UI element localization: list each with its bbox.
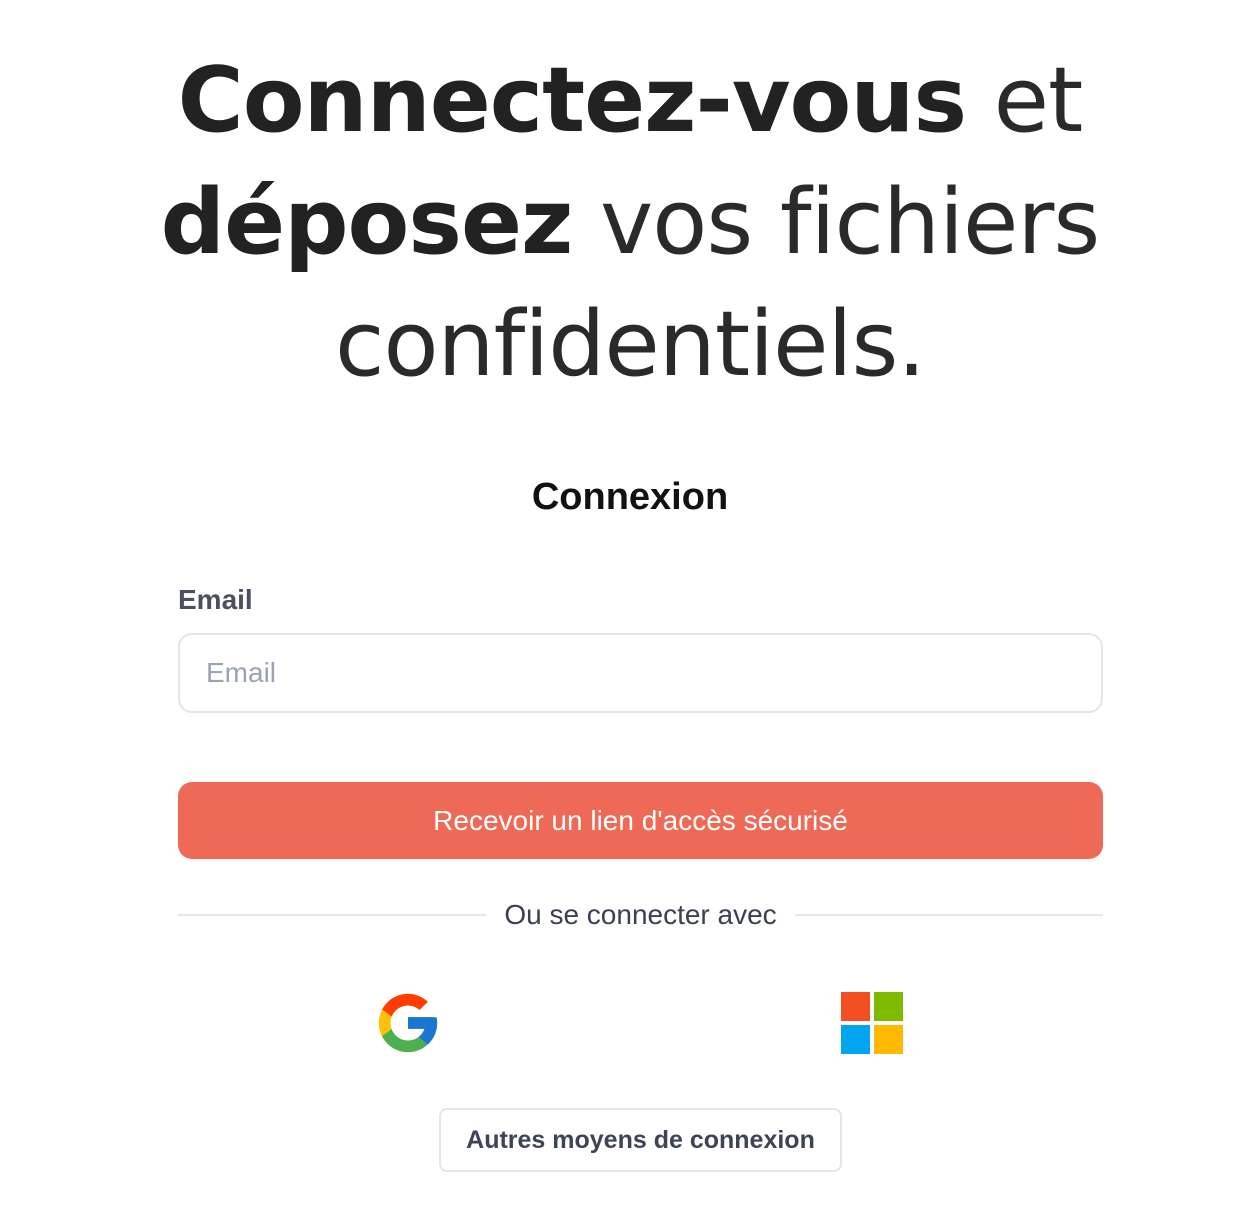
email-input[interactable] — [178, 633, 1103, 713]
divider-line-left — [178, 914, 487, 916]
hero-line-1: Connectez-vous et — [0, 40, 1260, 162]
hero-line-2: déposez vos fichiers — [0, 162, 1260, 284]
hero-line-3: confidentiels. — [0, 284, 1260, 406]
send-secure-link-button[interactable]: Recevoir un lien d'accès sécurisé — [178, 782, 1103, 859]
login-page: Connectez-vous et déposez vos fichiers c… — [0, 0, 1260, 1230]
hero-line-2-bold: déposez — [160, 170, 574, 275]
divider-line-right — [794, 914, 1103, 916]
google-logo-icon — [378, 993, 438, 1053]
google-login-button[interactable] — [370, 985, 446, 1061]
hero-line-1-light: et — [966, 48, 1084, 153]
hero-line-3-light: confidentiels. — [335, 292, 926, 397]
other-login-methods-button[interactable]: Autres moyens de connexion — [439, 1108, 842, 1172]
hero-line-1-bold: Connectez-vous — [177, 48, 967, 153]
or-divider: Ou se connecter avec — [178, 893, 1103, 937]
hero-line-2-light: vos fichiers — [572, 170, 1100, 275]
email-label: Email — [178, 584, 253, 615]
hero-headline: Connectez-vous et déposez vos fichiers c… — [0, 40, 1260, 406]
divider-text: Ou se connecter avec — [504, 899, 777, 930]
form-title: Connexion — [531, 476, 729, 518]
microsoft-logo-icon — [841, 992, 903, 1054]
microsoft-login-button[interactable] — [834, 985, 910, 1061]
